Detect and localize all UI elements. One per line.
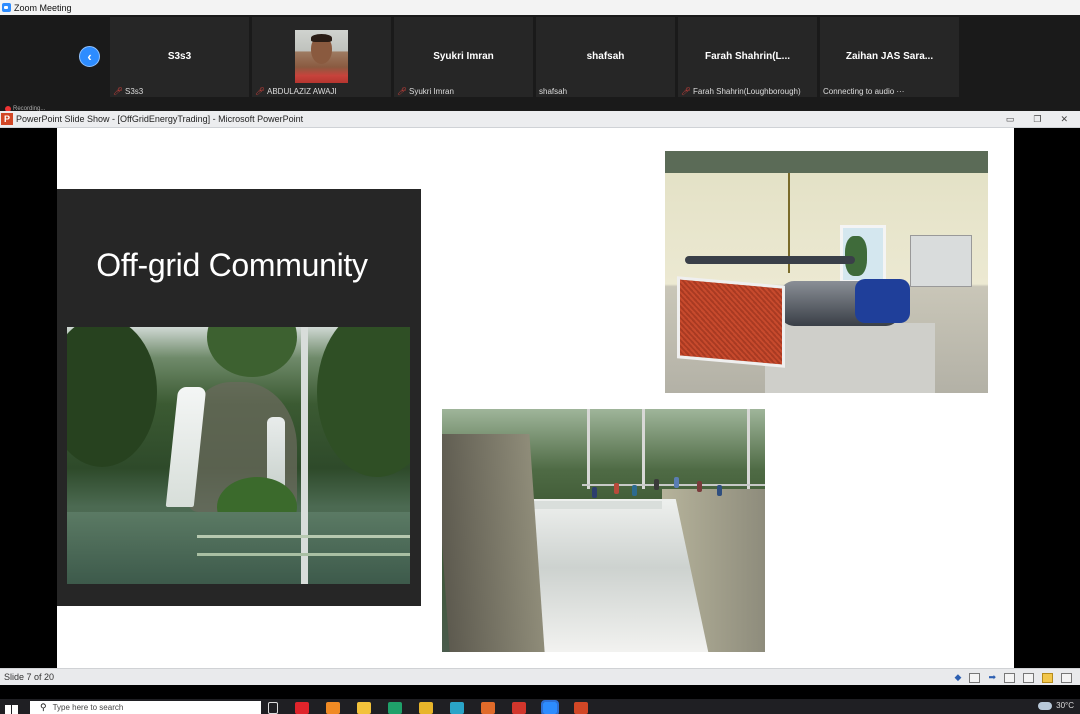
slide[interactable]: Off-grid Community bbox=[57, 128, 1014, 668]
participant-tile[interactable]: S3s3 🎤︎ S3s3 bbox=[110, 17, 249, 97]
slideshow-area[interactable]: Off-grid Community bbox=[0, 128, 1080, 668]
participant-name: Syukri Imran bbox=[433, 51, 494, 62]
opera-icon[interactable] bbox=[295, 702, 309, 714]
close-button[interactable]: ✕ bbox=[1060, 114, 1068, 125]
mic-muted-icon: 🎤︎ bbox=[113, 87, 124, 96]
powerpoint-titlebar: P PowerPoint Slide Show - [OffGridEnergy… bbox=[0, 111, 1080, 128]
minimize-button[interactable]: ▭ bbox=[1006, 114, 1015, 125]
system-tray: 30°C bbox=[1038, 701, 1074, 710]
slide-counter: Slide 7 of 20 bbox=[4, 672, 55, 682]
participant-tile[interactable]: Zaihan JAS Sara... Connecting to audio ·… bbox=[820, 17, 959, 97]
participant-tile[interactable]: 🎤︎ ABDULAZIZ AWAJI bbox=[252, 17, 391, 97]
participant-name: S3s3 bbox=[167, 51, 192, 62]
mic-muted-icon: 🎤︎ bbox=[681, 87, 692, 96]
participant-label: Farah Shahrin(Loughborough) bbox=[693, 87, 801, 96]
next-slide-button[interactable]: ➡ bbox=[988, 672, 996, 683]
restore-button[interactable]: ❐ bbox=[1033, 114, 1041, 125]
title-panel: Off-grid Community bbox=[57, 189, 421, 606]
zoom-window-title: Zoom Meeting bbox=[14, 2, 72, 13]
firefox-icon[interactable] bbox=[326, 702, 340, 714]
slide-title: Off-grid Community bbox=[96, 247, 368, 283]
previous-slide-button[interactable]: ◆ bbox=[955, 672, 962, 683]
file-explorer-icon[interactable] bbox=[357, 702, 371, 714]
waterfall-photo bbox=[67, 327, 410, 584]
prev-participants-button[interactable]: ‹ bbox=[79, 46, 100, 67]
participant-video bbox=[295, 30, 348, 83]
powerpoint-app-icon: P bbox=[1, 113, 13, 125]
powerpoint-icon[interactable] bbox=[574, 702, 588, 714]
weather-temp: 30°C bbox=[1056, 701, 1074, 710]
slideshow-view-button[interactable] bbox=[1061, 672, 1072, 683]
participant-strip: ‹ S3s3 🎤︎ S3s3 🎤︎ ABDULAZIZ AWAJI Syukri I… bbox=[0, 15, 1080, 112]
search-placeholder: Type here to search bbox=[52, 703, 124, 712]
mic-muted-icon: 🎤︎ bbox=[397, 87, 408, 96]
zoom-icon[interactable] bbox=[541, 700, 559, 714]
cortana-icon[interactable] bbox=[450, 702, 464, 714]
weir-dam-photo bbox=[442, 409, 765, 652]
app-orange-icon[interactable] bbox=[481, 702, 495, 714]
participant-name: Zaihan JAS Sara... bbox=[845, 51, 934, 62]
weather-icon bbox=[1038, 701, 1053, 710]
task-view-icon[interactable] bbox=[268, 702, 278, 714]
app-red-icon[interactable] bbox=[512, 702, 526, 714]
zoom-app-icon bbox=[2, 3, 11, 12]
taskbar-app-icons bbox=[268, 700, 588, 714]
powerpoint-window-title: PowerPoint Slide Show - [OffGridEnergyTr… bbox=[16, 114, 304, 124]
participant-label: S3s3 bbox=[125, 87, 144, 96]
participant-name: shafsah bbox=[586, 51, 625, 62]
mic-muted-icon: 🎤︎ bbox=[255, 87, 266, 96]
slide-menu-icon[interactable] bbox=[969, 672, 981, 683]
search-icon: ⚲ bbox=[40, 702, 47, 712]
zoom-titlebar: Zoom Meeting bbox=[0, 0, 1080, 15]
participant-tile[interactable]: Farah Shahrin(L... 🎤︎ Farah Shahrin(Lough… bbox=[678, 17, 817, 97]
participant-label: Syukri Imran bbox=[409, 87, 454, 96]
participant-label: Connecting to audio ··· bbox=[823, 87, 905, 96]
participant-tile[interactable]: Syukri Imran 🎤︎ Syukri Imran bbox=[394, 17, 533, 97]
participant-label: shafsah bbox=[539, 87, 568, 96]
turbine-room-photo bbox=[665, 151, 988, 393]
windows-start-button[interactable] bbox=[5, 705, 19, 714]
normal-view-button[interactable] bbox=[1004, 672, 1015, 683]
participant-name: Farah Shahrin(L... bbox=[704, 51, 790, 62]
chrome-icon[interactable] bbox=[419, 702, 433, 714]
reading-view-button[interactable] bbox=[1042, 672, 1053, 683]
edge-icon[interactable] bbox=[388, 702, 402, 714]
windows-taskbar: ⚲ Type here to search 30°C bbox=[0, 699, 1080, 714]
participant-label: ABDULAZIZ AWAJI bbox=[267, 87, 337, 96]
participant-tile[interactable]: shafsah shafsah bbox=[536, 17, 675, 97]
slide-sorter-button[interactable] bbox=[1023, 672, 1034, 683]
taskbar-search-box[interactable]: ⚲ Type here to search bbox=[30, 701, 261, 714]
powerpoint-statusbar: Slide 7 of 20 ◆ ➡ bbox=[0, 668, 1080, 685]
